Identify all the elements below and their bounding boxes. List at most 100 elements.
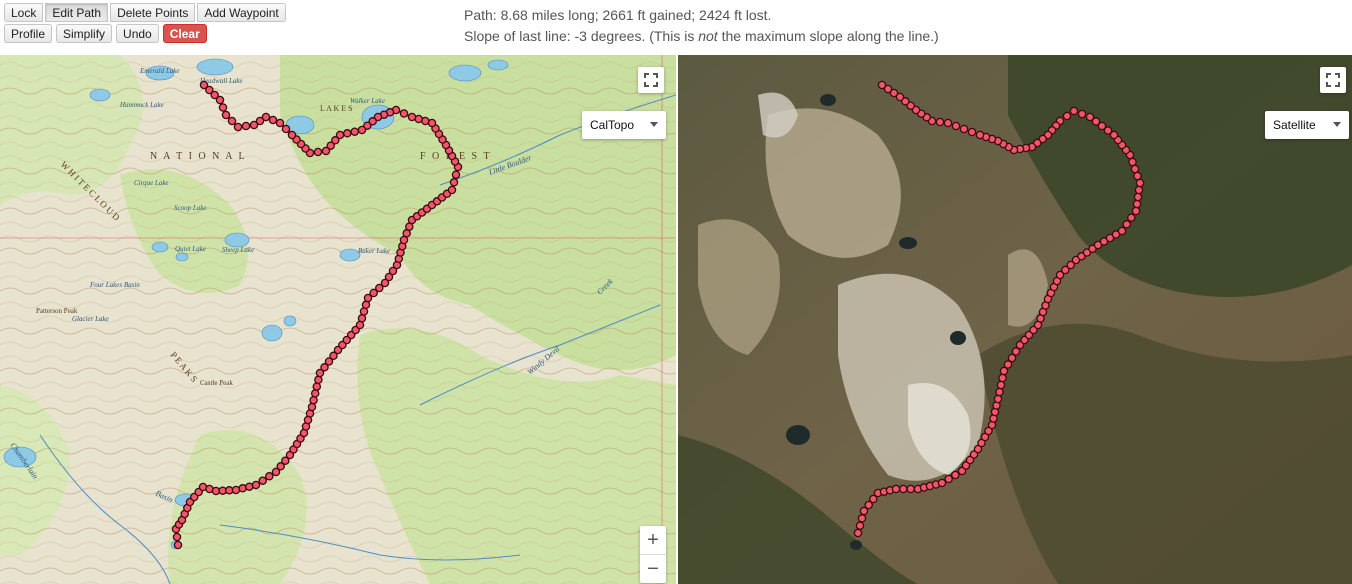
simplify-button[interactable]: Simplify	[56, 24, 113, 43]
topo-route-point[interactable]	[231, 485, 241, 495]
satellite-route-point[interactable]	[1135, 178, 1145, 188]
topo-route-point[interactable]	[275, 118, 285, 128]
slope-info: Slope of last line: -3 degrees. (This is…	[464, 28, 939, 44]
topo-route-point[interactable]	[361, 300, 371, 310]
satellite-route-point[interactable]	[993, 394, 1003, 404]
topo-route-point[interactable]	[251, 480, 261, 490]
topo-route-point[interactable]	[287, 130, 297, 140]
topo-route-point[interactable]	[314, 375, 323, 385]
topo-route-point[interactable]	[407, 112, 417, 122]
satellite-route-point[interactable]	[853, 528, 863, 538]
satellite-route-point[interactable]	[1131, 206, 1141, 216]
label-cirque-lake: Cirque Lake	[134, 179, 169, 187]
fullscreen-button-topo[interactable]	[638, 67, 664, 93]
satellite-route-point[interactable]	[899, 484, 908, 494]
satellite-route-point[interactable]	[1133, 171, 1142, 181]
satellite-route-point[interactable]	[1062, 111, 1072, 121]
fullscreen-icon	[644, 73, 658, 87]
edit-path-button[interactable]: Edit Path	[45, 3, 109, 22]
satellite-map[interactable]: Satellite	[678, 55, 1352, 584]
satellite-route-point[interactable]	[1132, 199, 1142, 209]
topo-route-point[interactable]	[265, 472, 274, 481]
topo-route-point[interactable]	[233, 122, 243, 132]
satellite-route-point[interactable]	[975, 130, 985, 140]
fullscreen-button-satellite[interactable]	[1320, 67, 1346, 93]
path-stats: Path: 8.68 miles long; 2661 ft gained; 2…	[464, 7, 772, 23]
layer-select-topo[interactable]: CalTopo	[582, 111, 666, 139]
topo-route-point[interactable]	[268, 115, 278, 125]
satellite-route-point[interactable]	[951, 121, 961, 131]
label-glacier-lake: Glacier Lake	[72, 315, 109, 323]
topo-route-point[interactable]	[310, 389, 320, 398]
topo-route-point[interactable]	[245, 482, 254, 491]
satellite-route-point[interactable]	[944, 474, 953, 484]
satellite-basemap	[678, 55, 1352, 584]
label-sheep-lake: Sheep Lake	[222, 246, 254, 254]
layer-select-satellite[interactable]: Satellite	[1265, 111, 1349, 139]
label-walker-lake: Walker Lake	[350, 97, 385, 105]
topo-route-point[interactable]	[307, 402, 317, 412]
chevron-down-icon	[650, 122, 658, 127]
topo-route-point[interactable]	[312, 382, 322, 391]
topo-route-point[interactable]	[343, 129, 352, 138]
satellite-route-point[interactable]	[996, 380, 1006, 390]
satellite-route-point[interactable]	[1085, 112, 1095, 122]
topo-route-point[interactable]	[449, 178, 459, 187]
topo-route-point[interactable]	[321, 146, 331, 156]
satellite-route-point[interactable]	[959, 124, 969, 134]
fullscreen-icon	[1326, 73, 1340, 87]
satellite-route-point[interactable]	[906, 484, 915, 494]
topo-route-point[interactable]	[258, 476, 267, 485]
topo-route-point[interactable]	[173, 540, 183, 550]
topo-map[interactable]: N A T I O N A L F O R E S T W H I T E C …	[0, 55, 676, 584]
topo-route-point[interactable]	[447, 185, 457, 195]
satellite-route-point[interactable]	[943, 118, 953, 128]
zoom-in-button[interactable]: +	[640, 526, 666, 554]
topo-route-point[interactable]	[218, 103, 228, 112]
undo-button[interactable]: Undo	[116, 24, 159, 43]
satellite-route-point[interactable]	[855, 521, 865, 530]
satellite-route-point[interactable]	[937, 478, 947, 488]
satellite-route-point[interactable]	[1117, 226, 1127, 236]
add-waypoint-button[interactable]: Add Waypoint	[197, 3, 286, 22]
topo-route-point[interactable]	[357, 314, 367, 323]
layer-select-topo-value: CalTopo	[590, 118, 635, 132]
satellite-route-point[interactable]	[1077, 109, 1087, 119]
profile-button[interactable]: Profile	[4, 24, 53, 43]
satellite-route-point[interactable]	[891, 484, 901, 494]
topo-route-point[interactable]	[309, 395, 318, 405]
satellite-route-point[interactable]	[935, 117, 945, 127]
satellite-route-point[interactable]	[995, 387, 1004, 397]
topo-route-point[interactable]	[451, 170, 461, 179]
satellite-route-point[interactable]	[1128, 157, 1137, 167]
slope-emphasis: not	[698, 28, 718, 44]
satellite-route-point[interactable]	[857, 514, 867, 523]
label-quiet-lake: Quiet Lake	[175, 245, 206, 253]
satellite-route-point[interactable]	[951, 470, 960, 480]
delete-points-button[interactable]: Delete Points	[110, 3, 196, 22]
satellite-route-point[interactable]	[967, 127, 977, 137]
satellite-route-point[interactable]	[1130, 164, 1140, 174]
lock-button[interactable]: Lock	[4, 3, 44, 22]
satellite-route-point[interactable]	[1122, 220, 1131, 229]
satellite-route-point[interactable]	[1069, 106, 1079, 116]
satellite-route-point[interactable]	[1133, 192, 1143, 202]
topo-route-point[interactable]	[221, 110, 231, 120]
topo-route-point[interactable]	[227, 116, 237, 126]
zoom-out-button[interactable]: −	[640, 554, 666, 583]
satellite-route-point[interactable]	[998, 373, 1007, 383]
label-scoop-lake: Scoop Lake	[174, 204, 206, 212]
topo-route-point[interactable]	[313, 147, 323, 157]
topo-route-point[interactable]	[172, 532, 182, 542]
topo-route-point[interactable]	[350, 127, 359, 136]
satellite-route-point[interactable]	[877, 80, 887, 90]
topo-route-point[interactable]	[399, 109, 409, 118]
topo-route-point[interactable]	[199, 80, 209, 90]
topo-route-point[interactable]	[241, 121, 251, 131]
satellite-route-point[interactable]	[1134, 185, 1144, 195]
topo-route-point[interactable]	[249, 120, 259, 130]
topo-route-point[interactable]	[357, 125, 367, 135]
topo-route-point[interactable]	[281, 124, 291, 134]
clear-button[interactable]: Clear	[162, 24, 207, 43]
satellite-route-point[interactable]	[1127, 213, 1136, 222]
